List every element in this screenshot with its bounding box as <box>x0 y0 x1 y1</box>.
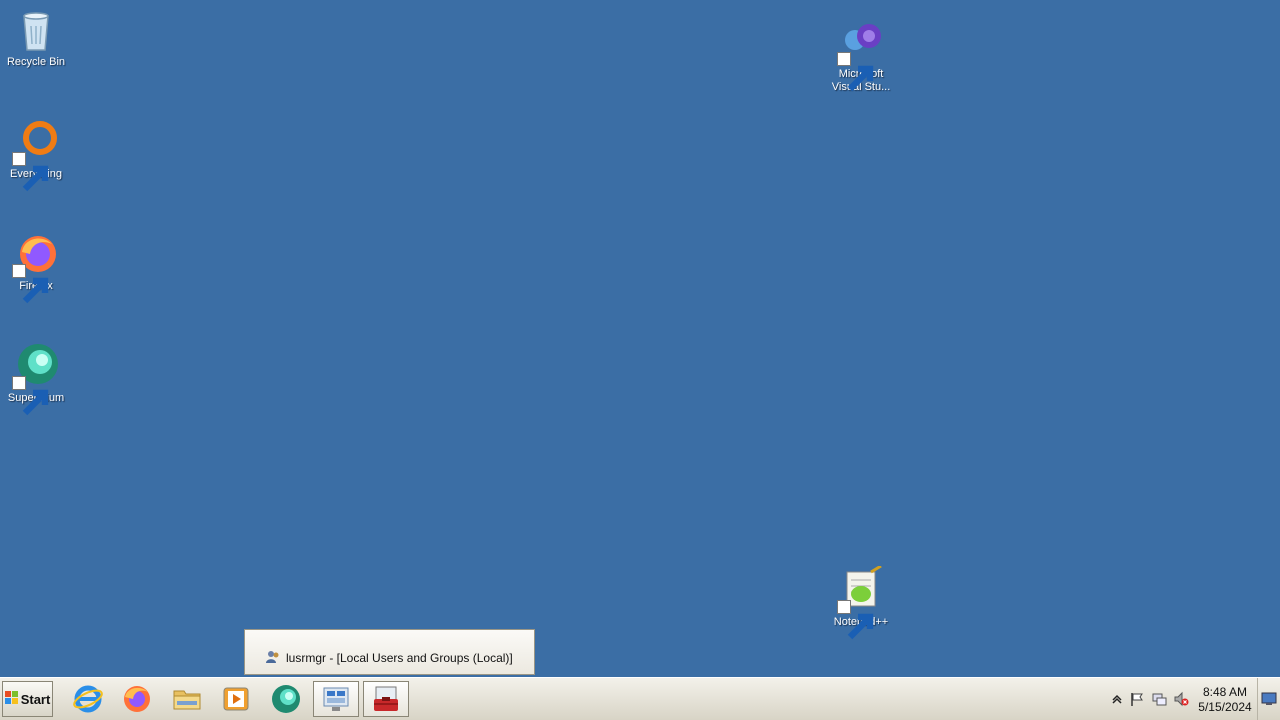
local-users-groups-icon <box>265 649 281 668</box>
shortcut-arrow-icon <box>837 600 874 640</box>
taskbar-media-player[interactable] <box>213 681 259 717</box>
taskbar-computer-management[interactable] <box>363 681 409 717</box>
desktop-icon-everything[interactable]: Everything <box>0 118 72 192</box>
show-hidden-icons[interactable] <box>1109 691 1125 707</box>
firefox-icon <box>124 686 150 712</box>
desktop-icon-label: Recycle Bin <box>6 56 66 68</box>
server-manager-icon <box>323 687 349 711</box>
computer-management-icon <box>374 686 398 711</box>
show-desktop-button[interactable] <box>1257 678 1280 720</box>
shortcut-arrow-icon <box>12 264 49 304</box>
taskbar-thumbnail-popup[interactable]: lusrmgr - [Local Users and Groups (Local… <box>244 629 535 675</box>
start-button[interactable]: Start <box>2 681 53 717</box>
firefox-icon <box>12 230 60 304</box>
system-tray: 8:48 AM 5/15/2024 <box>1105 678 1280 720</box>
desktop-icon-supermium[interactable]: Supermium <box>0 342 72 416</box>
recycle-bin-icon <box>12 6 60 54</box>
clock-time: 8:48 AM <box>1202 685 1248 699</box>
thumbnail-window-title: lusrmgr - [Local Users and Groups (Local… <box>286 651 513 665</box>
volume-muted-icon[interactable] <box>1173 691 1189 707</box>
media-player-icon <box>223 687 249 711</box>
taskbar-server-manager[interactable] <box>313 681 359 717</box>
action-center-flag-icon[interactable] <box>1129 691 1145 707</box>
thumbnail-window-item[interactable]: lusrmgr - [Local Users and Groups (Local… <box>265 649 513 667</box>
desktop-icon-visual-studio[interactable]: Microsoft Visual Stu... <box>825 18 897 94</box>
windows-logo-icon <box>4 690 19 708</box>
network-icon[interactable] <box>1151 691 1167 707</box>
start-label: Start <box>20 691 51 707</box>
taskbar-firefox[interactable] <box>114 681 160 717</box>
show-desktop-icon <box>1261 692 1277 705</box>
taskbar-supermium[interactable] <box>263 681 309 717</box>
taskbar-file-explorer[interactable] <box>164 681 210 717</box>
everything-icon <box>12 118 60 192</box>
supermium-icon <box>272 685 300 713</box>
shortcut-arrow-icon <box>837 52 874 92</box>
taskbar-clock[interactable]: 8:48 AM 5/15/2024 <box>1195 685 1255 715</box>
internet-explorer-icon <box>73 685 103 713</box>
taskbar-internet-explorer[interactable] <box>65 681 111 717</box>
notepadpp-icon <box>837 566 885 640</box>
supermium-icon <box>12 342 60 416</box>
file-explorer-icon <box>173 690 201 710</box>
visual-studio-icon <box>837 18 885 92</box>
desktop-icon-notepadpp[interactable]: Notepad++ <box>825 566 897 640</box>
taskbar: Start 8:48 AM 5/15/2024 <box>0 677 1280 720</box>
desktop-icon-recycle-bin[interactable]: Recycle Bin <box>0 6 72 69</box>
shortcut-arrow-icon <box>12 152 49 192</box>
desktop-icon-firefox[interactable]: Firefox <box>0 230 72 304</box>
shortcut-arrow-icon <box>12 376 49 416</box>
clock-date: 5/15/2024 <box>1198 700 1252 714</box>
